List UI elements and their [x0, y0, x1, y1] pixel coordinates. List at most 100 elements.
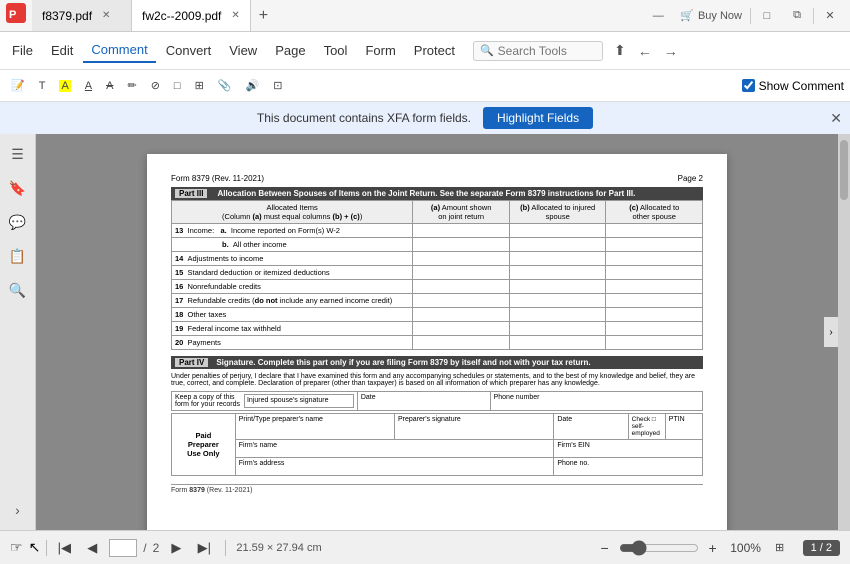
sidebar-bookmarks[interactable]: 🔖 [4, 174, 32, 202]
stamp-btn[interactable]: ⊞ [190, 77, 209, 94]
restore-button[interactable]: □ [753, 2, 781, 30]
next-page-button[interactable]: ▶ [165, 537, 187, 559]
penalty-text: Under penalties of perjury, I declare th… [171, 373, 703, 387]
attach-btn[interactable]: 📎 [213, 77, 237, 94]
preparer-date-cell: Date [554, 414, 628, 440]
zoom-level-label: 100% [727, 541, 765, 555]
paid-preparer-label: PaidPreparerUse Only [172, 414, 236, 476]
preparer-name-cell: Print/Type preparer's name [235, 414, 394, 440]
menu-protect[interactable]: Protect [406, 39, 463, 62]
sticky-note-btn[interactable]: 📝 [6, 77, 30, 94]
page-separator: / [143, 541, 146, 555]
main-area: ☰ 🔖 💬 📋 🔍 › Form 8379 (Rev. 11-2021) Pag… [0, 134, 850, 530]
table-row: b. All other income [172, 238, 703, 252]
show-comment-container: Show Comment [742, 79, 844, 93]
show-comment-checkbox[interactable] [742, 79, 755, 92]
sidebar-search[interactable]: 🔍 [4, 276, 32, 304]
hand-tool-icon[interactable]: ☞ [10, 539, 23, 556]
menu-edit[interactable]: Edit [43, 39, 81, 62]
col-header-c: (b) Allocated to injuredspouse [509, 201, 606, 224]
keep-copy-label: Keep a copy of thisform for your records [175, 394, 240, 408]
search-tools-box[interactable]: 🔍 [473, 41, 603, 61]
menu-comment[interactable]: Comment [83, 38, 155, 63]
zoom-controls: − + 100% ⊞ [595, 537, 791, 559]
text-icon: T [39, 80, 46, 92]
menu-view[interactable]: View [221, 39, 265, 62]
right-scrollbar[interactable] [838, 134, 850, 530]
text-comment-btn[interactable]: T [34, 78, 51, 94]
prev-page-button[interactable]: ◀ [81, 537, 103, 559]
zoom-slider[interactable] [619, 540, 699, 556]
search-tools-input[interactable] [498, 44, 596, 58]
share-button[interactable]: ⬆ [609, 39, 631, 62]
highlight-btn[interactable]: A [54, 78, 75, 94]
part-iv-header: Part IV Signature. Complete this part on… [171, 356, 703, 369]
tab-fw2c-close[interactable]: ✕ [231, 10, 239, 21]
firm-address-label: Firm's address [239, 460, 285, 467]
strikethrough-btn[interactable]: A [101, 78, 118, 94]
erase-btn[interactable]: ⊘ [146, 77, 165, 94]
sidebar-thumbnails[interactable]: ☰ [4, 140, 32, 168]
area-icon: ⊡ [273, 79, 282, 92]
fit-page-button[interactable]: ⊞ [769, 537, 791, 559]
sidebar-layers[interactable]: 📋 [4, 242, 32, 270]
bottom-sep2 [225, 540, 226, 556]
ptin-label: PTIN [669, 416, 685, 423]
back-button[interactable]: ← [633, 40, 657, 62]
table-row: 15 Standard deduction or itemized deduct… [172, 266, 703, 280]
new-tab-button[interactable]: + [251, 0, 276, 31]
tab-fw2c[interactable]: fw2c--2009.pdf ✕ [132, 0, 251, 31]
audio-btn[interactable]: 🔊 [240, 77, 264, 94]
preparer-sig-label: Preparer's signature [398, 416, 461, 423]
zoom-in-button[interactable]: + [703, 538, 723, 558]
underline-btn[interactable]: A [80, 78, 97, 94]
area-btn[interactable]: ⊡ [268, 77, 287, 94]
shape-btn[interactable]: □ [169, 78, 186, 94]
sidebar-comments[interactable]: 💬 [4, 208, 32, 236]
form-meta: Form 8379 (Rev. 11-2021) Page 2 [171, 174, 703, 183]
menu-page[interactable]: Page [267, 39, 313, 62]
firm-ein-label: Firm's EIN [557, 442, 589, 449]
highlight-fields-button[interactable]: Highlight Fields [483, 107, 593, 129]
part-iv-label: Part IV [175, 358, 208, 367]
sig-phone-label: Phone number [494, 394, 540, 401]
attachment-icon: 📎 [218, 79, 232, 92]
tab-f8379[interactable]: f8379.pdf ✕ [32, 0, 132, 31]
tab-f8379-close[interactable]: ✕ [102, 10, 110, 21]
pdf-view[interactable]: Form 8379 (Rev. 11-2021) Page 2 Part III… [36, 134, 838, 530]
forward-button[interactable]: → [659, 40, 683, 62]
total-pages: 2 [153, 541, 160, 555]
last-page-button[interactable]: ▶| [193, 537, 215, 559]
form-footer: Form 8379 (Rev. 11-2021) [171, 484, 703, 494]
sig-phone-cell: Phone number [490, 392, 702, 411]
current-page-input[interactable]: 1 [109, 539, 137, 557]
minimize-button[interactable]: — [644, 2, 672, 30]
first-page-button[interactable]: |◀ [53, 537, 75, 559]
xfa-close-button[interactable]: ✕ [830, 110, 842, 127]
col-header-d: (c) Allocated toother spouse [606, 201, 703, 224]
dimensions-label: 21.59 × 27.94 cm [236, 542, 321, 554]
tab-fw2c-label: fw2c--2009.pdf [142, 9, 221, 23]
part-iii-title: Allocation Between Spouses of Items on t… [217, 189, 635, 198]
maximize-button[interactable]: ⧉ [783, 2, 811, 30]
menu-form[interactable]: Form [357, 39, 403, 62]
menu-tool[interactable]: Tool [316, 39, 356, 62]
page-counter-badge: 1 / 2 [803, 540, 840, 556]
select-tool-icon[interactable]: ↖ [29, 539, 41, 556]
show-comment-label[interactable]: Show Comment [759, 79, 844, 93]
sidebar-expand-arrow[interactable]: › [4, 496, 32, 524]
drawing-btn[interactable]: ✏ [122, 77, 141, 94]
table-row: 18 Other taxes [172, 308, 703, 322]
form-table: Allocated Items(Column (a) must equal co… [171, 200, 703, 350]
strikethrough-icon: A [106, 80, 113, 92]
zoom-out-button[interactable]: − [595, 538, 615, 558]
menu-convert[interactable]: Convert [158, 39, 220, 62]
menu-file[interactable]: File [4, 39, 41, 62]
firm-phone-label: Phone no. [557, 460, 589, 467]
close-button[interactable]: ✕ [816, 2, 844, 30]
buyNow-label[interactable]: 🛒 Buy Now [674, 2, 748, 30]
table-row: 19 Federal income tax withheld [172, 322, 703, 336]
bottom-bar: ☞ ↖ |◀ ◀ 1 / 2 ▶ ▶| 21.59 × 27.94 cm − +… [0, 530, 850, 564]
app-icon: P [6, 3, 26, 28]
scroll-right-arrow[interactable]: › [824, 317, 838, 347]
